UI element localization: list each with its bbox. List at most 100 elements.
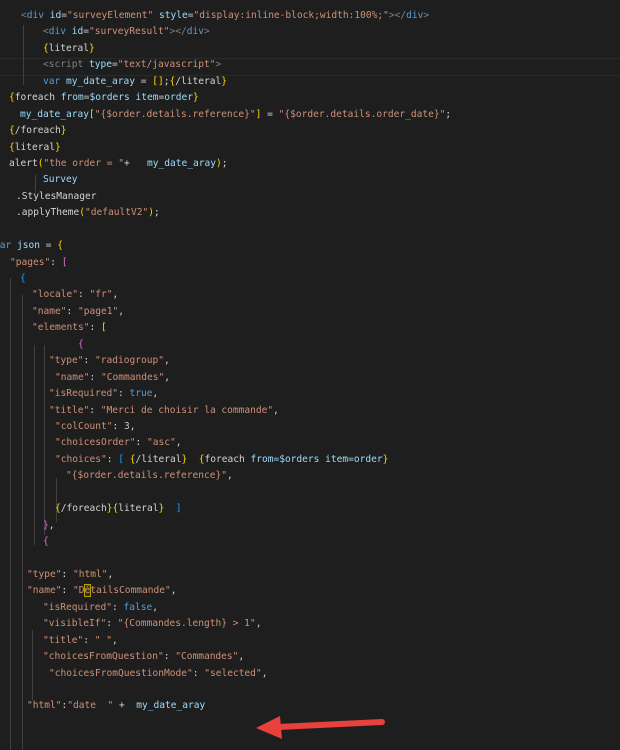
code-line[interactable]: {/foreach}{literal} ] (55, 501, 181, 517)
code-token: , (129, 421, 136, 432)
code-line[interactable]: "isRequired": false, (43, 600, 158, 616)
code-line[interactable]: {literal} (9, 140, 61, 156)
code-token: "surveyResult" (89, 26, 170, 38)
code-token: "visibleIf" (43, 618, 107, 630)
code-token: id (66, 26, 84, 38)
code-line[interactable]: }, (43, 518, 55, 534)
code-token: true (129, 388, 153, 400)
code-token: : (117, 388, 130, 400)
code-token: : (112, 421, 124, 432)
code-token: "defaultV2" (84, 207, 149, 219)
code-token: : (89, 322, 101, 334)
code-token: : (77, 289, 90, 301)
code-token: "{$order.details.reference}" (94, 108, 256, 120)
code-token: "Commandes" (175, 651, 239, 663)
code-line[interactable]: {foreach from=$orders item=order} (9, 90, 199, 106)
code-token: + (113, 700, 131, 712)
code-line[interactable]: "visibleIf": "{Commandes.length} > 1", (43, 616, 261, 632)
code-line[interactable]: alert("the order = "+ my_date_aray); (9, 156, 227, 172)
code-line[interactable]: "title": " ", (43, 633, 118, 649)
code-line[interactable]: .StylesManager (16, 189, 96, 205)
code-token: literal (14, 141, 55, 153)
code-line[interactable]: my_date_aray["{$order.details.reference}… (20, 107, 451, 123)
code-line[interactable]: <script type="text/javascript"> (43, 57, 221, 73)
code-token: [] (152, 75, 164, 87)
code-token: "display:inline-block;width:100%;" (193, 10, 389, 21)
code-line[interactable]: "choices": [ {/literal} {foreach from=$o… (55, 452, 388, 468)
code-token: alert (9, 157, 38, 169)
code-token: tailsCommande" (90, 585, 171, 597)
code-token: "locale" (32, 289, 78, 301)
code-token: , (118, 305, 124, 317)
code-line[interactable]: "isRequired": true, (49, 386, 158, 402)
code-token: id (44, 10, 62, 21)
code-line[interactable]: "choicesFromQuestion": "Commandes", (43, 649, 244, 665)
code-token: /foreach (60, 503, 107, 515)
code-token: /foreach (14, 125, 61, 137)
code-token: "choices" (55, 453, 107, 465)
code-line[interactable]: "choicesOrder": "asc", (55, 435, 181, 451)
code-line[interactable]: <div id="surveyElement" style="display:i… (21, 8, 429, 24)
code-line[interactable]: var my_date_aray = [];{/literal} (43, 74, 227, 90)
code-line[interactable]: "name": "DétailsCommande", (27, 583, 176, 599)
code-token: , (163, 355, 170, 367)
code-line[interactable]: { (43, 534, 49, 550)
code-line[interactable]: {/foreach} (9, 123, 66, 139)
code-token: : (111, 601, 124, 613)
code-line[interactable]: { (78, 337, 84, 353)
code-token: foreach (14, 92, 61, 104)
code-token: json (11, 240, 40, 252)
code-token: [ (61, 256, 68, 268)
code-token: "surveyElement" (67, 10, 154, 21)
code-token: , (164, 371, 170, 383)
code-line[interactable]: "type": "radiogroup", (49, 353, 170, 369)
code-editor[interactable]: <div id="surveyElement" style="display:i… (0, 0, 620, 750)
code-token: "D (73, 585, 85, 597)
code-line[interactable]: .applyTheme("defaultV2"); (16, 205, 160, 221)
code-line[interactable]: "name": "Commandes", (55, 370, 170, 386)
code-line[interactable]: "pages": [ (10, 255, 67, 271)
code-token: { (78, 338, 84, 350)
code-token: > (215, 59, 222, 71)
indent-guide (32, 630, 33, 700)
code-token: "html" (27, 700, 62, 712)
code-token: order (164, 92, 193, 104)
code-token: my_date_aray (146, 157, 216, 169)
code-token: : (135, 437, 147, 449)
code-line[interactable]: <div id="surveyResult"></div> (43, 24, 210, 40)
code-line[interactable]: {literal} (43, 41, 95, 57)
code-token: var (43, 75, 61, 87)
code-line[interactable]: "title": "Merci de choisir la commande", (49, 403, 279, 419)
code-token: "{$order.details.reference}" (66, 470, 227, 482)
code-token: { (43, 536, 49, 548)
code-token: , (226, 470, 233, 482)
red-arrow-annotation (256, 716, 385, 739)
code-token: ; (445, 108, 452, 120)
code-line[interactable]: "locale": "fr", (32, 287, 118, 303)
code-line[interactable]: Survey (43, 172, 78, 188)
code-token: "the order = " (43, 157, 124, 169)
code-line[interactable]: "elements": [ (32, 320, 107, 336)
code-token: ></ (169, 26, 187, 38)
code-line[interactable]: "choicesFromQuestionMode": "selected", (49, 666, 267, 682)
code-token: : (106, 453, 119, 465)
indent-guide (10, 278, 11, 750)
code-token: }{ (106, 503, 119, 515)
code-token: "elements" (32, 322, 90, 334)
code-token: : (83, 355, 95, 367)
code-token: /literal (175, 75, 222, 87)
code-line[interactable]: "html":"date " + my_date_aray (27, 698, 205, 714)
code-line[interactable]: "name": "page1", (32, 304, 124, 320)
code-line[interactable]: "{$order.details.reference}", (66, 468, 233, 484)
code-line[interactable]: "colCount": 3, (55, 419, 135, 435)
code-token: "fr" (89, 289, 113, 301)
code-token: { (57, 240, 63, 252)
code-token: ; (153, 207, 160, 219)
code-line[interactable]: var json = { (0, 238, 63, 254)
code-token: Survey (43, 174, 78, 186)
code-token: { (20, 273, 26, 285)
code-token: } (60, 125, 67, 137)
code-line[interactable]: "type": "html", (27, 567, 113, 583)
code-line[interactable]: { (20, 271, 26, 287)
